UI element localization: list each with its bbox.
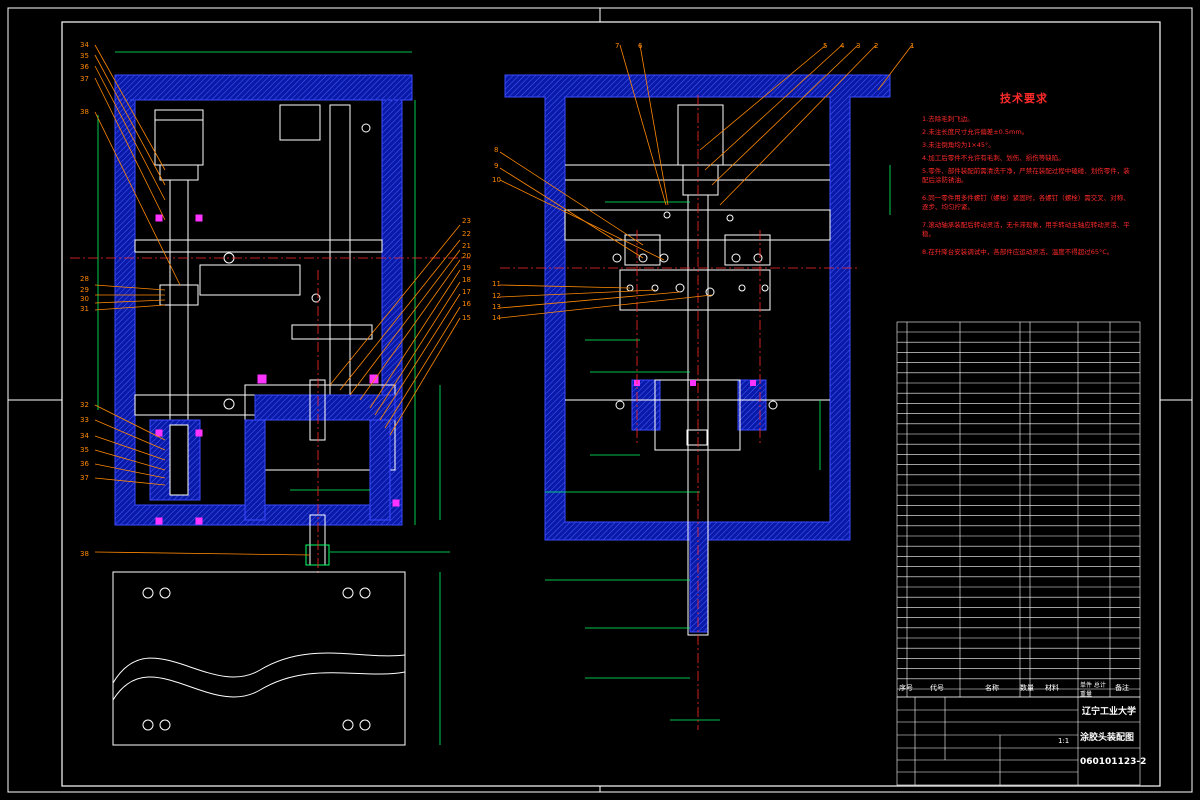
bom-header-seq: 序号	[899, 684, 913, 692]
svg-text:34: 34	[80, 41, 89, 49]
left-side-view: 34 35 36 37 38 28 2930 31 32 33 34 35 36 37 38 23 2…	[70, 41, 471, 575]
svg-text:9: 9	[494, 162, 498, 170]
school-name: 辽宁工业大学	[1082, 707, 1137, 717]
svg-text:10: 10	[492, 176, 501, 184]
svg-text:13: 13	[492, 303, 501, 311]
tech-item: 6.同一零件用多件螺钉（螺栓）紧固时，各螺钉（螺栓）需交叉、对称、逐步、均匀拧紧…	[922, 194, 1130, 211]
svg-text:38: 38	[80, 108, 89, 116]
bom-header-code: 代号	[930, 684, 944, 692]
tech-item: 4.加工后零件不允许有毛刺、划伤、损伤等缺陷。	[922, 154, 1065, 162]
svg-text:21: 21	[462, 242, 471, 250]
svg-text:6: 6	[638, 42, 643, 50]
scale: 1:1	[1058, 737, 1070, 745]
svg-text:23: 23	[462, 217, 471, 225]
base-plate-view	[112, 571, 441, 746]
svg-text:37: 37	[80, 75, 89, 83]
svg-text:22: 22	[462, 230, 471, 238]
svg-text:16: 16	[462, 300, 471, 308]
svg-text:32: 32	[80, 401, 89, 409]
svg-text:14: 14	[492, 314, 501, 322]
svg-text:37: 37	[80, 474, 89, 482]
svg-text:36: 36	[80, 63, 89, 71]
svg-text:30: 30	[80, 295, 89, 303]
svg-text:18: 18	[462, 276, 471, 284]
svg-text:11: 11	[492, 280, 501, 288]
svg-text:34: 34	[80, 432, 89, 440]
bom-header-qty: 数量	[1020, 684, 1034, 692]
svg-text:29: 29	[80, 286, 89, 294]
bom-header-material: 材料	[1045, 684, 1059, 692]
tech-item: 3.未注倒角均为1×45°。	[922, 141, 995, 149]
tech-item: 7.滚动轴承装配后转动灵活，无卡滞现象，用手转动主轴应转动灵活、平稳。	[922, 221, 1130, 238]
svg-text:17: 17	[462, 288, 471, 296]
tech-requirements-title: 技术要求	[1000, 92, 1048, 105]
tech-item: 5.零件、部件装配前需清洗干净，严禁在装配过程中磕碰、划伤零件，装配后涂防锈油。	[922, 167, 1130, 184]
svg-text:38: 38	[80, 550, 89, 558]
drawing-name: 涂胶头装配图	[1080, 733, 1135, 743]
svg-text:5: 5	[823, 42, 827, 50]
svg-text:35: 35	[80, 446, 89, 454]
front-view: 7 6 5 4 3 2 1 8 9 10 11 12 13 14	[492, 42, 914, 730]
bom-header-remark: 备注	[1115, 684, 1129, 692]
tech-item: 2.未注长度尺寸允许偏差±0.5mm。	[922, 128, 1029, 136]
svg-text:1: 1	[910, 42, 914, 50]
svg-text:8: 8	[494, 146, 498, 154]
drawing-number: 060101123-2	[1080, 757, 1147, 767]
svg-text:12: 12	[492, 292, 501, 300]
svg-text:15: 15	[462, 314, 471, 322]
svg-text:20: 20	[462, 252, 471, 260]
svg-text:2: 2	[874, 42, 878, 50]
svg-text:31: 31	[80, 305, 89, 313]
svg-text:3: 3	[856, 42, 860, 50]
svg-text:4: 4	[840, 42, 845, 50]
svg-text:19: 19	[462, 264, 471, 272]
bom-header-weight: 单件 总计 重量	[1080, 682, 1106, 698]
svg-text:33: 33	[80, 416, 89, 424]
bom-header-name: 名称	[985, 684, 999, 692]
svg-text:7: 7	[615, 42, 619, 50]
svg-text:35: 35	[80, 52, 89, 60]
svg-text:28: 28	[80, 275, 89, 283]
tech-item: 1.去除毛刺飞边。	[922, 115, 974, 123]
tech-item: 8.在升降台安装调试中，各部件应运动灵活，温度不得超过65°C。	[922, 248, 1114, 256]
svg-text:36: 36	[80, 460, 89, 468]
